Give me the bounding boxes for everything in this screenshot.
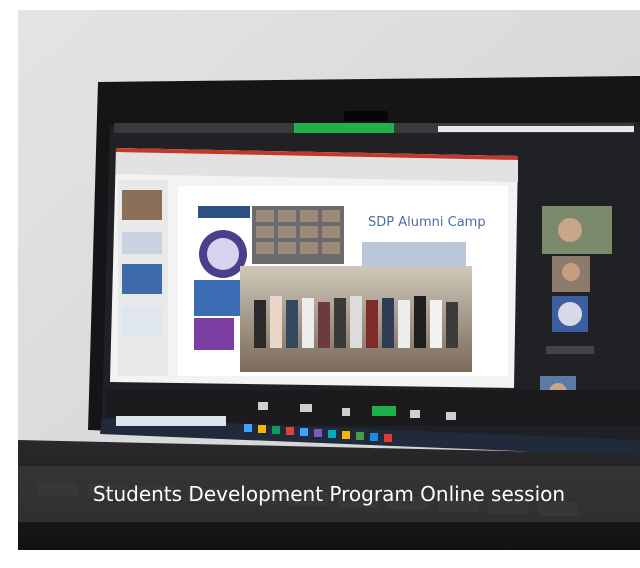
meeting-title-strip xyxy=(438,126,634,132)
taskbar-search xyxy=(116,416,226,426)
photo-caption: Students Development Program Online sess… xyxy=(92,482,566,506)
participant-face xyxy=(558,218,582,242)
participant-face xyxy=(562,263,580,281)
participant-logo xyxy=(558,302,582,326)
slide-logo-text xyxy=(198,206,250,218)
ppt-thumbnail xyxy=(122,264,162,294)
share-screen-icon xyxy=(372,406,396,416)
slide-logo-badge xyxy=(194,280,242,316)
webcam xyxy=(344,111,388,121)
caption-bar: Students Development Program Online sess… xyxy=(18,466,640,522)
slide-logo-inner xyxy=(207,238,239,270)
ppt-thumbnail xyxy=(122,306,162,336)
ppt-thumbnail xyxy=(122,232,162,254)
slide-title: SDP Alumni Camp xyxy=(368,215,486,230)
meeting-share-indicator xyxy=(294,123,394,133)
photo-laptop-video-session: SDP Alumni Camp Students Development Pro… xyxy=(18,10,640,550)
ppt-thumbnail xyxy=(122,190,162,220)
participant-name-label xyxy=(546,346,594,354)
slide-logo-figure xyxy=(194,318,234,350)
